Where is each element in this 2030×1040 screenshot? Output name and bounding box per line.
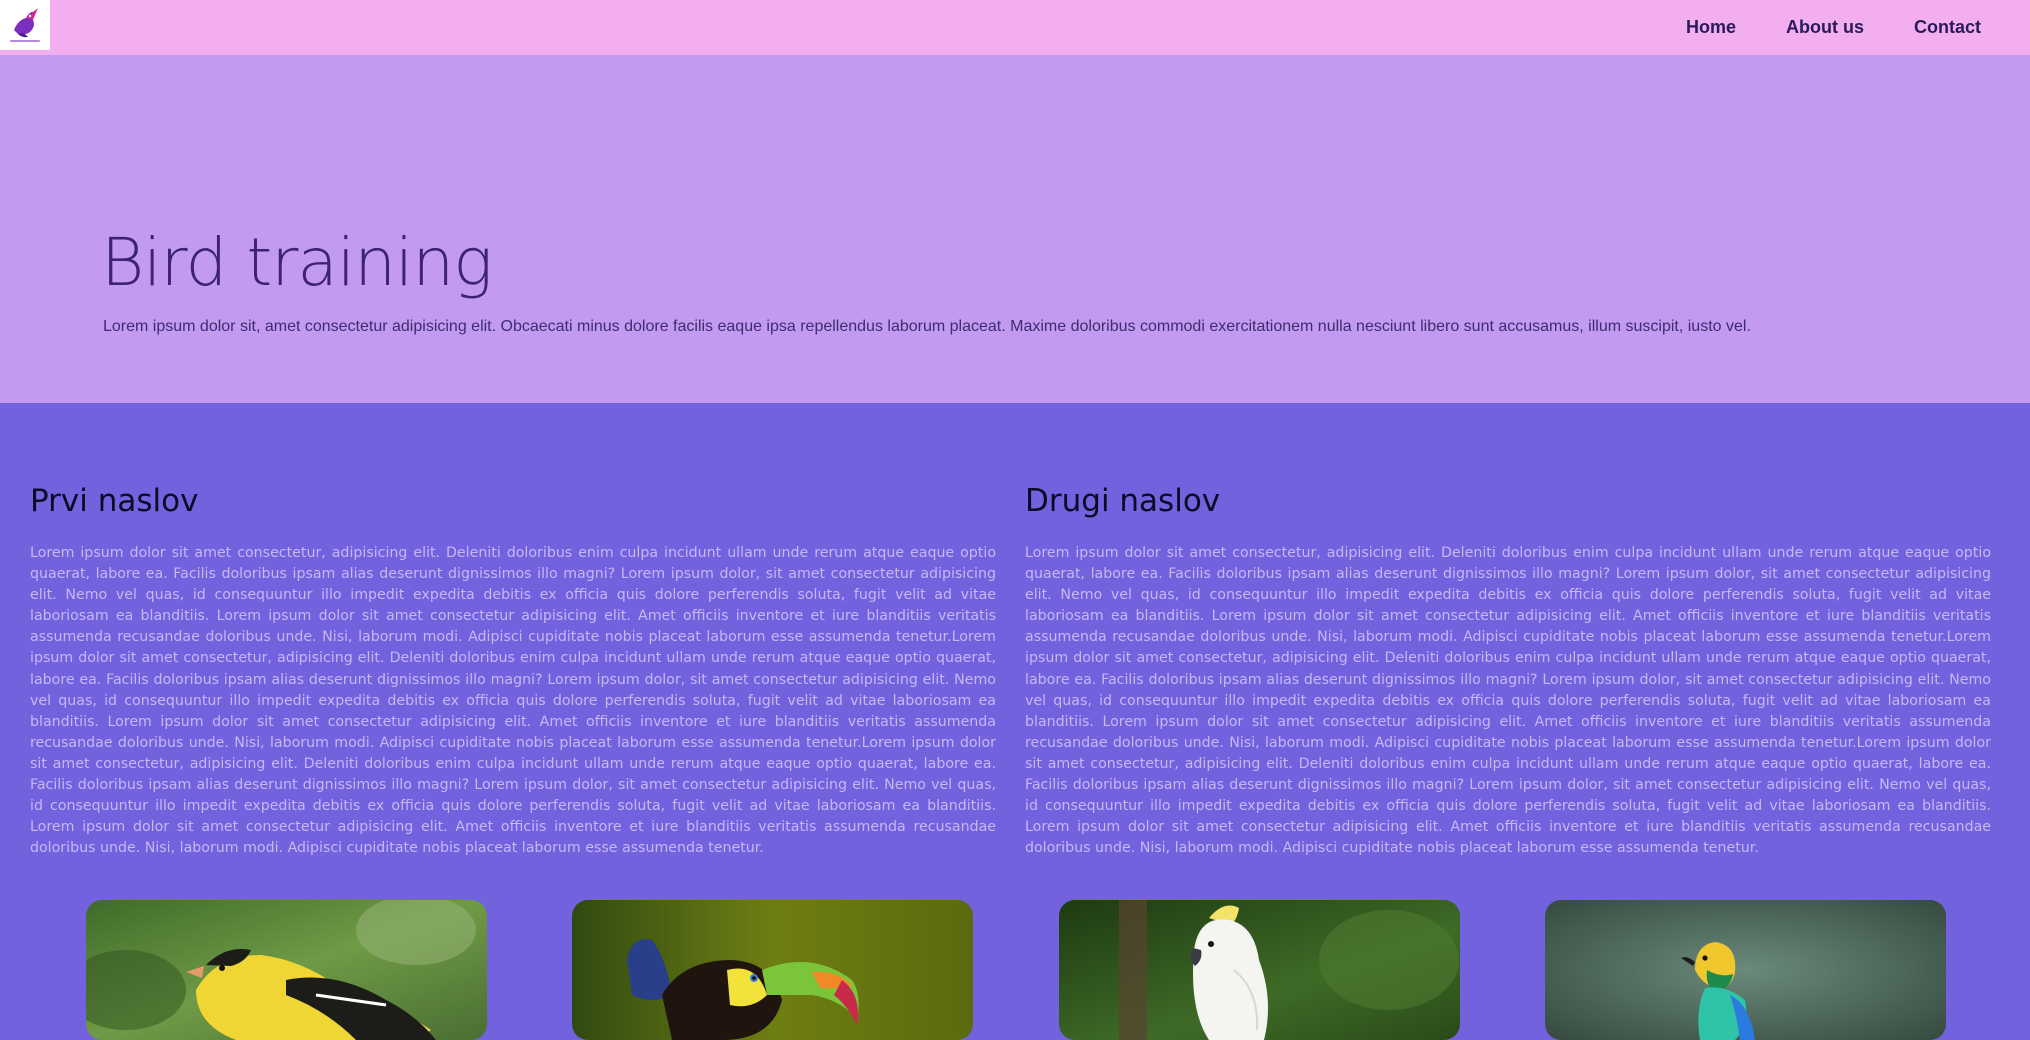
nav-home-link[interactable]: Home bbox=[1686, 17, 1736, 38]
column-text: Lorem ipsum dolor sit amet consectetur, … bbox=[1025, 545, 1991, 857]
column-text: Lorem ipsum dolor sit amet consectetur, … bbox=[30, 545, 996, 857]
cockatoo-image bbox=[1059, 900, 1460, 1040]
content-section: Prvi naslov Lorem ipsum dolor sit amet c… bbox=[0, 403, 2030, 1040]
main-nav: Home About us Contact bbox=[1686, 0, 1981, 55]
nav-about-link[interactable]: About us bbox=[1786, 17, 1864, 38]
logo[interactable] bbox=[0, 0, 50, 50]
nav-contact-link[interactable]: Contact bbox=[1914, 17, 1981, 38]
bird-gallery bbox=[0, 900, 2030, 1040]
bird-card-toucan[interactable] bbox=[572, 900, 973, 1040]
column-heading: Drugi naslov bbox=[1025, 483, 1221, 519]
bird-logo-icon bbox=[0, 0, 50, 50]
navbar: Home About us Contact bbox=[0, 0, 2030, 55]
column-heading: Prvi naslov bbox=[30, 483, 199, 519]
bird-card-goldfinch[interactable] bbox=[86, 900, 487, 1040]
hero-section: Bird training Lorem ipsum dolor sit, ame… bbox=[0, 55, 2030, 403]
bird-card-cockatoo[interactable] bbox=[1059, 900, 1460, 1040]
goldfinch-image bbox=[86, 900, 487, 1040]
toucan-image bbox=[572, 900, 973, 1040]
hero-text: Lorem ipsum dolor sit, amet consectetur … bbox=[103, 318, 1751, 335]
bird-card-tanager[interactable] bbox=[1545, 900, 1946, 1040]
hero-title: Bird training bbox=[101, 224, 493, 301]
tanager-image bbox=[1545, 900, 1946, 1040]
